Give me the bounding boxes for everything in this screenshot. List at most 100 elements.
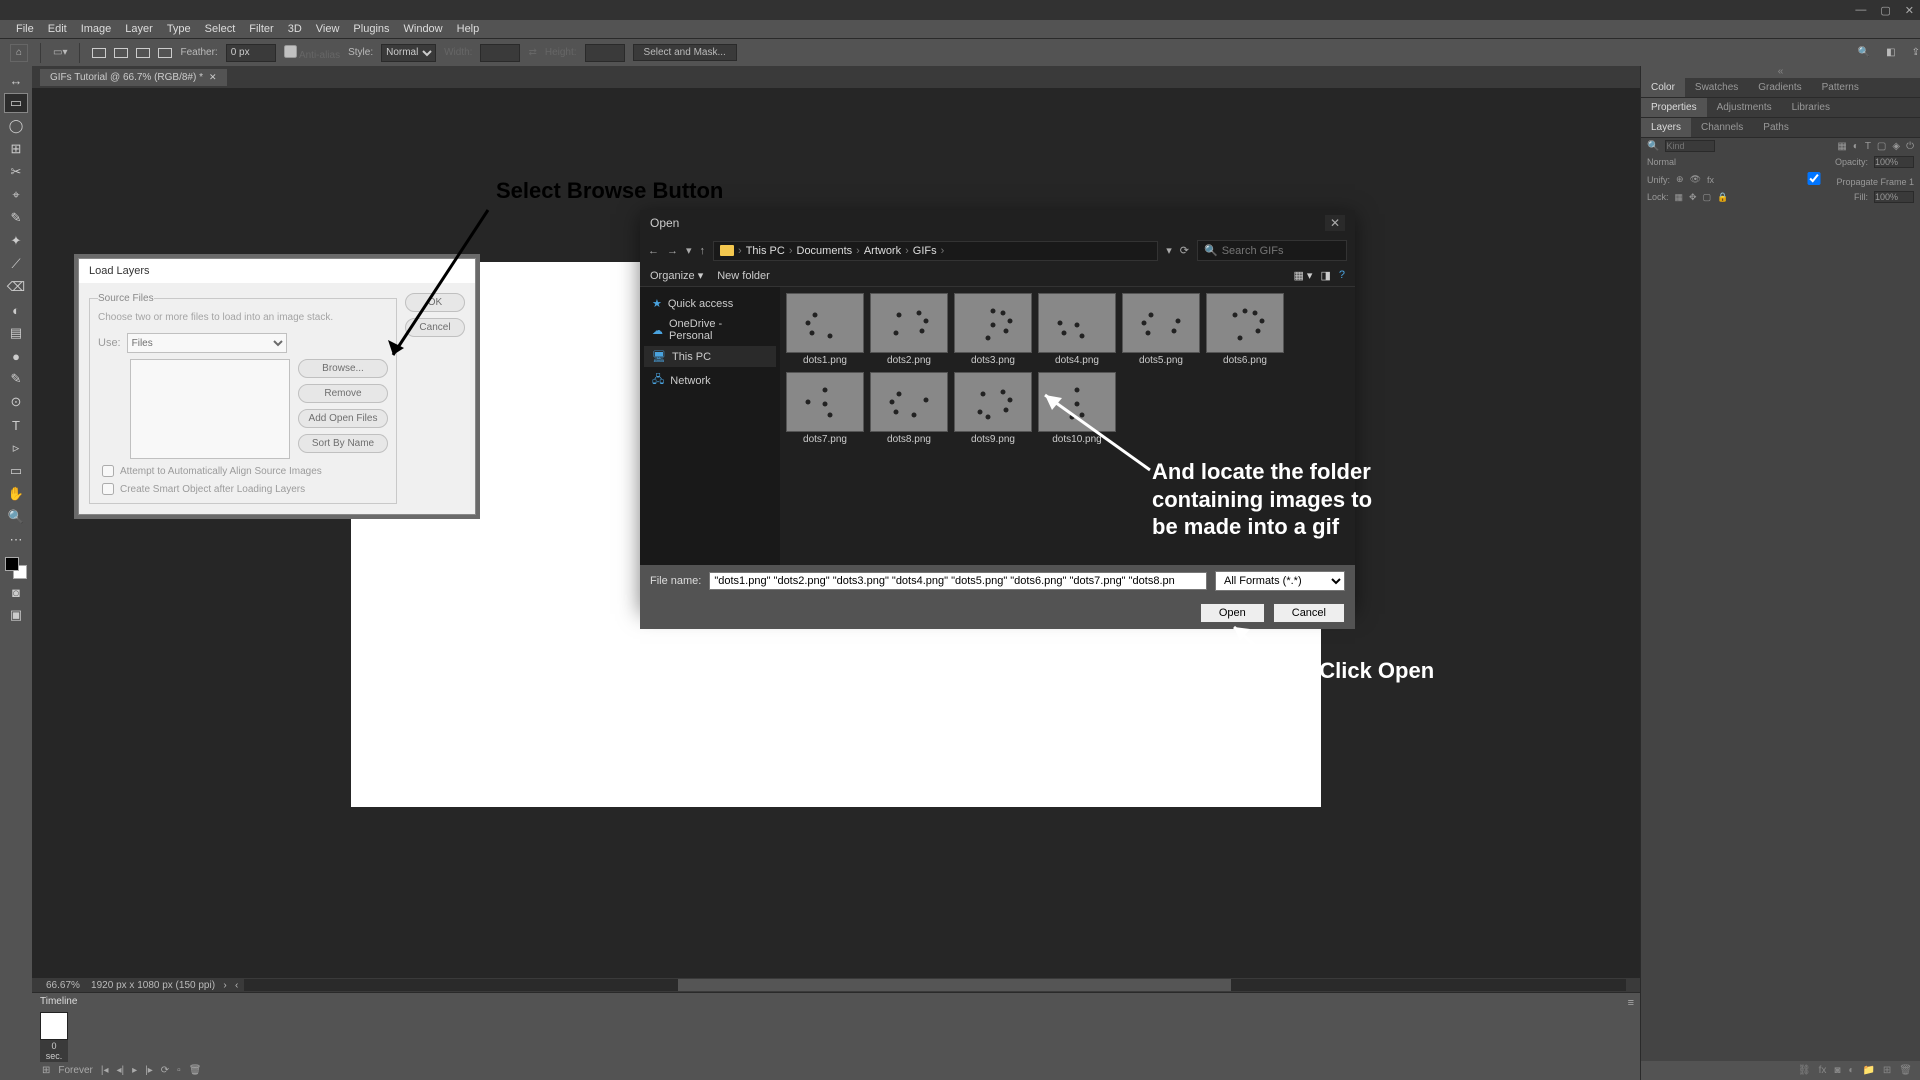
- file-thumb[interactable]: dots4.png: [1038, 293, 1116, 366]
- tool-0[interactable]: ⋯: [4, 530, 28, 550]
- tool-8[interactable]: ●: [4, 346, 28, 366]
- panel-tab-swatches[interactable]: Swatches: [1685, 78, 1748, 97]
- prev-frame-icon[interactable]: ◂|: [116, 1065, 124, 1076]
- filter-smart-icon[interactable]: ◈: [1892, 141, 1900, 152]
- lock-artboard-icon[interactable]: ▢: [1703, 192, 1712, 203]
- menu-select[interactable]: Select: [205, 23, 236, 35]
- panel-tab-channels[interactable]: Channels: [1691, 118, 1753, 137]
- feather-input[interactable]: [226, 44, 276, 62]
- delete-layer-icon[interactable]: 🗑: [1899, 1065, 1912, 1076]
- file-thumb[interactable]: dots6.png: [1206, 293, 1284, 366]
- filter-toggle-icon[interactable]: ⏻: [1906, 141, 1914, 152]
- play-icon[interactable]: ▸: [132, 1065, 137, 1076]
- menu-layer[interactable]: Layer: [125, 23, 153, 35]
- horizontal-scrollbar[interactable]: [32, 978, 1640, 992]
- select-and-mask-button[interactable]: Select and Mask...: [633, 44, 737, 61]
- organize-menu[interactable]: Organize ▾: [650, 269, 703, 282]
- window-close[interactable]: ✕: [1905, 4, 1914, 17]
- breadcrumb[interactable]: › This PC›Documents›Artwork›GIFs›: [713, 241, 1158, 261]
- tool-11[interactable]: ⌫: [4, 277, 28, 297]
- menu-3d[interactable]: 3D: [288, 23, 302, 35]
- menu-file[interactable]: File: [16, 23, 34, 35]
- document-tab[interactable]: GIFs Tutorial @ 66.7% (RGB/8#) * ✕: [40, 69, 227, 86]
- window-minimize[interactable]: —: [1855, 4, 1866, 17]
- menu-filter[interactable]: Filter: [249, 23, 273, 35]
- close-dialog-icon[interactable]: ✕: [1325, 215, 1345, 231]
- sidebar-network[interactable]: 🖧Network: [644, 367, 776, 394]
- filename-input[interactable]: [709, 572, 1207, 590]
- sidebar-onedrive-personal[interactable]: ☁OneDrive - Personal: [644, 314, 776, 346]
- filter-shape-icon[interactable]: ▢: [1877, 141, 1886, 152]
- cancel-button[interactable]: Cancel: [405, 318, 465, 337]
- next-frame-icon[interactable]: |▸: [145, 1065, 153, 1076]
- tool-14[interactable]: ✎: [4, 208, 28, 228]
- timeline-frame[interactable]: [40, 1012, 68, 1040]
- file-thumb[interactable]: dots8.png: [870, 372, 948, 445]
- file-thumb[interactable]: dots3.png: [954, 293, 1032, 366]
- use-select[interactable]: Files: [127, 333, 287, 353]
- file-thumb[interactable]: dots10.png: [1038, 372, 1116, 445]
- tool-2[interactable]: ✋: [4, 484, 28, 504]
- lock-position-icon[interactable]: ✥: [1689, 192, 1697, 203]
- filetype-select[interactable]: All Formats (*.*): [1215, 571, 1345, 591]
- selection-new-icon[interactable]: [92, 48, 106, 58]
- marquee-tool-icon[interactable]: ▭▾: [53, 47, 67, 58]
- tool-13[interactable]: ✦: [4, 231, 28, 251]
- breadcrumb-item[interactable]: Documents: [797, 245, 853, 257]
- breadcrumb-item[interactable]: This PC: [746, 245, 785, 257]
- search-input[interactable]: [1222, 245, 1340, 257]
- panel-tab-paths[interactable]: Paths: [1753, 118, 1799, 137]
- tool-19[interactable]: ▭: [4, 93, 28, 113]
- filter-adjust-icon[interactable]: ◐: [1853, 141, 1859, 152]
- lock-all-icon[interactable]: 🔒: [1717, 192, 1728, 203]
- nav-forward-icon[interactable]: →: [667, 245, 678, 257]
- unify-position-icon[interactable]: ⊕: [1676, 174, 1684, 185]
- unify-visibility-icon[interactable]: 👁: [1690, 174, 1701, 185]
- timeline-menu-icon[interactable]: ≡: [1628, 997, 1634, 1009]
- panel-tab-libraries[interactable]: Libraries: [1782, 98, 1840, 117]
- file-thumb[interactable]: dots7.png: [786, 372, 864, 445]
- new-folder-button[interactable]: New folder: [717, 270, 770, 282]
- color-swatch[interactable]: [5, 557, 27, 579]
- open-button[interactable]: Open: [1200, 603, 1265, 623]
- menu-window[interactable]: Window: [404, 23, 443, 35]
- search-icon[interactable]: 🔍: [1858, 47, 1870, 58]
- tool-1[interactable]: 🔍: [4, 507, 28, 527]
- opacity-input[interactable]: [1874, 156, 1914, 168]
- view-mode-icon[interactable]: ▦ ▾: [1293, 269, 1312, 282]
- quick-mask-icon[interactable]: ◙: [4, 582, 28, 602]
- breadcrumb-item[interactable]: Artwork: [864, 245, 901, 257]
- ok-button[interactable]: OK: [405, 293, 465, 312]
- sidebar-this-pc[interactable]: 🖥This PC: [644, 346, 776, 367]
- file-thumb[interactable]: dots1.png: [786, 293, 864, 366]
- tool-9[interactable]: ▤: [4, 323, 28, 343]
- style-select[interactable]: Normal: [381, 44, 436, 62]
- file-list[interactable]: [130, 359, 290, 459]
- selection-intersect-icon[interactable]: [158, 48, 172, 58]
- tool-10[interactable]: ◐: [4, 300, 28, 320]
- help-icon[interactable]: ?: [1339, 269, 1345, 282]
- browse-button[interactable]: Browse...: [298, 359, 388, 378]
- tool-17[interactable]: ⊞: [4, 139, 28, 159]
- nav-back-icon[interactable]: ←: [648, 245, 659, 257]
- tween-icon[interactable]: ⟳: [161, 1065, 169, 1076]
- unify-style-icon[interactable]: fx: [1707, 175, 1714, 185]
- panel-tab-patterns[interactable]: Patterns: [1812, 78, 1869, 97]
- lock-pixels-icon[interactable]: ▦: [1675, 192, 1684, 203]
- propagate-checkbox[interactable]: [1794, 172, 1834, 185]
- layer-group-icon[interactable]: 📁: [1862, 1065, 1874, 1076]
- file-thumb[interactable]: dots5.png: [1122, 293, 1200, 366]
- breadcrumb-item[interactable]: GIFs: [913, 245, 937, 257]
- tool-20[interactable]: ↔: [4, 70, 28, 90]
- filter-type-icon[interactable]: T: [1865, 141, 1871, 152]
- preview-pane-icon[interactable]: ◨: [1320, 269, 1330, 282]
- window-maximize[interactable]: ▢: [1880, 4, 1890, 17]
- share-icon[interactable]: ⇪: [1912, 47, 1920, 58]
- layer-fx-icon[interactable]: fx: [1819, 1065, 1827, 1076]
- filter-pixel-icon[interactable]: ▦: [1837, 141, 1846, 152]
- tool-16[interactable]: ✂: [4, 162, 28, 182]
- sort-by-name-button[interactable]: Sort By Name: [298, 434, 388, 453]
- tool-12[interactable]: ⟋: [4, 254, 28, 274]
- cancel-open-button[interactable]: Cancel: [1273, 603, 1345, 623]
- fill-input[interactable]: [1874, 191, 1914, 203]
